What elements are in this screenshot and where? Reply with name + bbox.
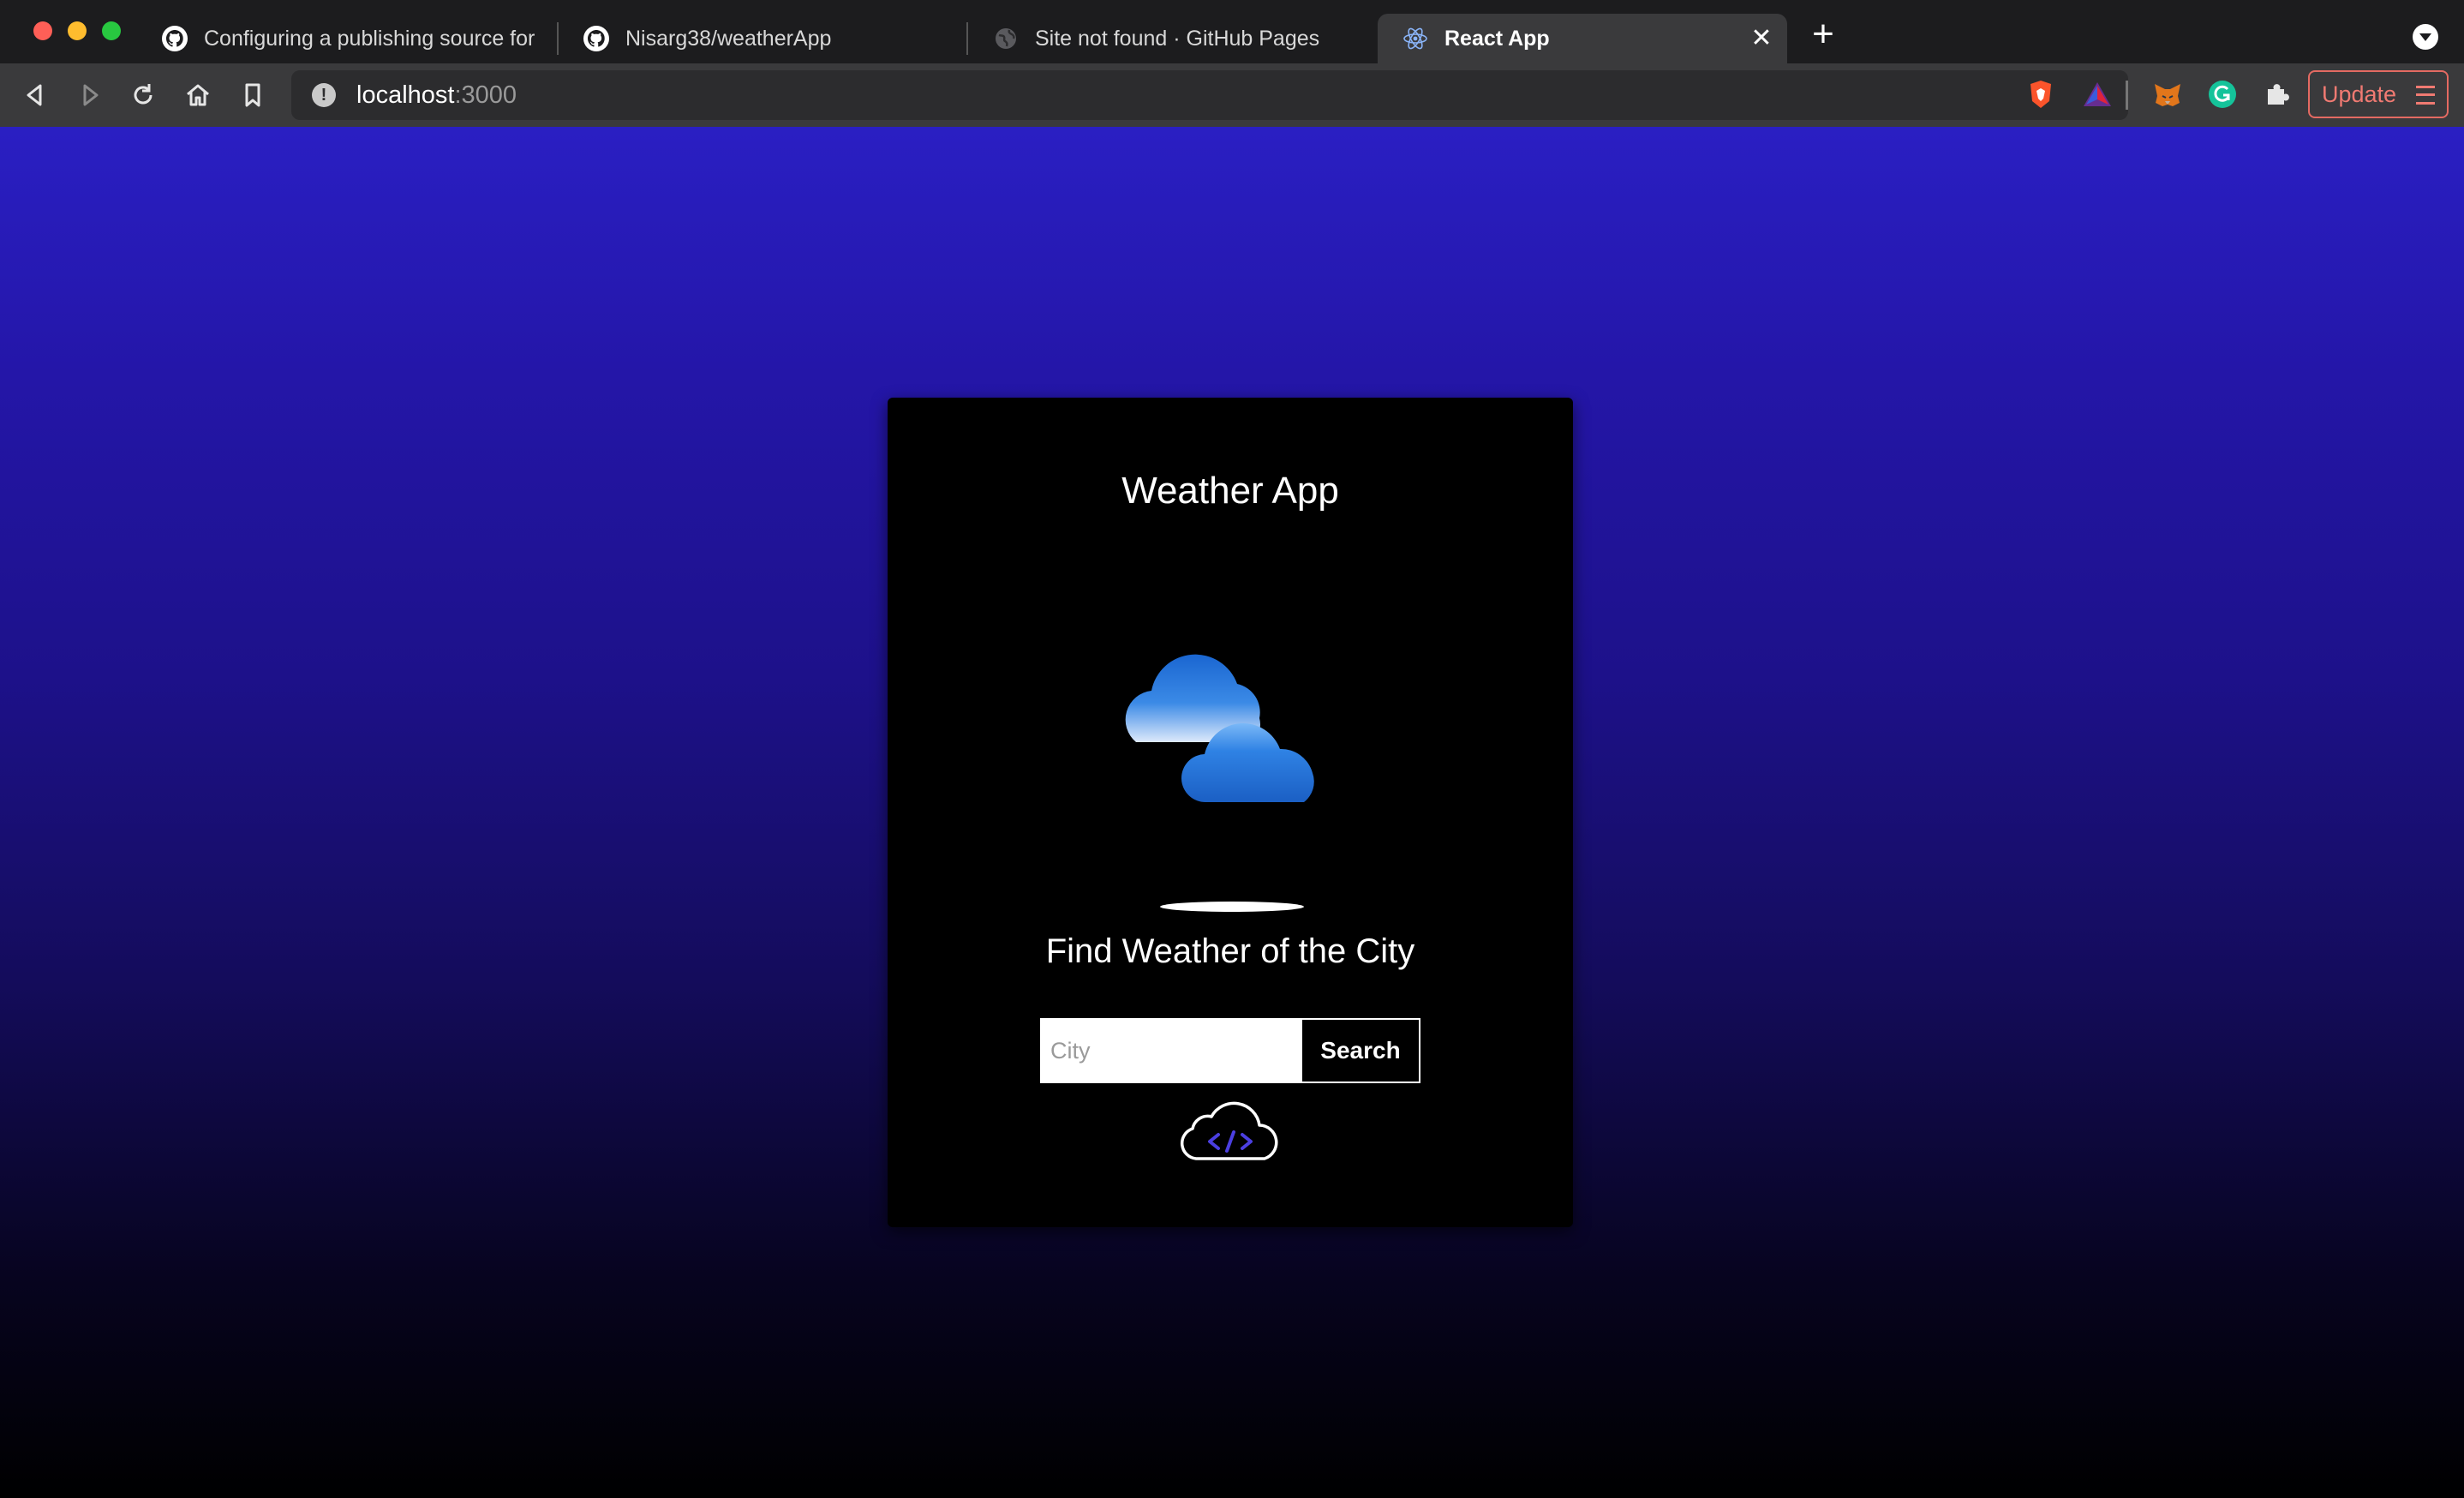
maximize-window-button[interactable] bbox=[102, 21, 121, 40]
forward-icon[interactable] bbox=[74, 79, 106, 111]
react-icon bbox=[1402, 25, 1429, 52]
tab-strip: Configuring a publishing source for Nisa… bbox=[0, 0, 2464, 63]
cloud-shadow bbox=[1160, 902, 1304, 912]
back-icon[interactable] bbox=[19, 79, 51, 111]
cloud-icon bbox=[1102, 620, 1359, 826]
home-icon[interactable] bbox=[182, 79, 214, 111]
page-viewport: Weather App Find Weather of the City Cit… bbox=[0, 127, 2464, 1498]
metamask-icon[interactable] bbox=[2150, 77, 2185, 111]
tab-react-app[interactable]: React App ✕ bbox=[1378, 14, 1787, 63]
globe-icon bbox=[992, 25, 1020, 52]
tab-configuring-publishing-source[interactable]: Configuring a publishing source for bbox=[137, 14, 559, 63]
github-icon bbox=[161, 25, 188, 52]
tab-site-not-found[interactable]: Site not found · GitHub Pages bbox=[968, 14, 1378, 63]
new-tab-button[interactable]: + bbox=[1806, 15, 1840, 53]
tab-title: Nisarg38/weatherApp bbox=[625, 26, 832, 51]
site-info-icon[interactable]: ! bbox=[312, 83, 336, 107]
github-icon bbox=[583, 25, 610, 52]
tab-search-dropdown-icon[interactable] bbox=[2413, 24, 2438, 50]
brave-rewards-icon[interactable] bbox=[2080, 77, 2114, 111]
tab-title: React App bbox=[1444, 26, 1550, 51]
app-title: Weather App bbox=[1121, 470, 1339, 512]
url-host: localhost bbox=[356, 81, 455, 109]
update-label: Update bbox=[2322, 81, 2397, 107]
extensions-puzzle-icon[interactable] bbox=[2260, 77, 2294, 111]
tab-title: Configuring a publishing source for bbox=[204, 26, 535, 51]
city-input[interactable] bbox=[1042, 1020, 1302, 1082]
brave-shield-icon[interactable] bbox=[2024, 77, 2058, 111]
tab-title: Site not found · GitHub Pages bbox=[1035, 26, 1320, 51]
code-cloud-icon bbox=[1177, 1090, 1283, 1165]
browser-window: Configuring a publishing source for Nisa… bbox=[0, 0, 2464, 1498]
search-button[interactable]: Search bbox=[1302, 1020, 1419, 1082]
omnibox-divider bbox=[2126, 81, 2128, 110]
close-tab-icon[interactable]: ✕ bbox=[1748, 25, 1775, 52]
update-button[interactable]: Update bbox=[2308, 70, 2449, 118]
grammarly-icon[interactable] bbox=[2205, 77, 2240, 111]
url-port: :3000 bbox=[454, 81, 517, 109]
close-window-button[interactable] bbox=[33, 21, 52, 40]
weather-card: Weather App Find Weather of the City Cit… bbox=[888, 398, 1573, 1227]
search-heading: Find Weather of the City bbox=[1045, 932, 1415, 970]
address-bar[interactable]: ! localhost :3000 bbox=[291, 70, 2128, 120]
reload-icon[interactable] bbox=[127, 79, 159, 111]
tab-weatherapp-repo[interactable]: Nisarg38/weatherApp bbox=[559, 14, 968, 63]
minimize-window-button[interactable] bbox=[68, 21, 87, 40]
hamburger-menu-icon bbox=[2416, 86, 2435, 105]
search-form: Search bbox=[1040, 1018, 1420, 1083]
bookmark-icon[interactable] bbox=[236, 79, 269, 111]
